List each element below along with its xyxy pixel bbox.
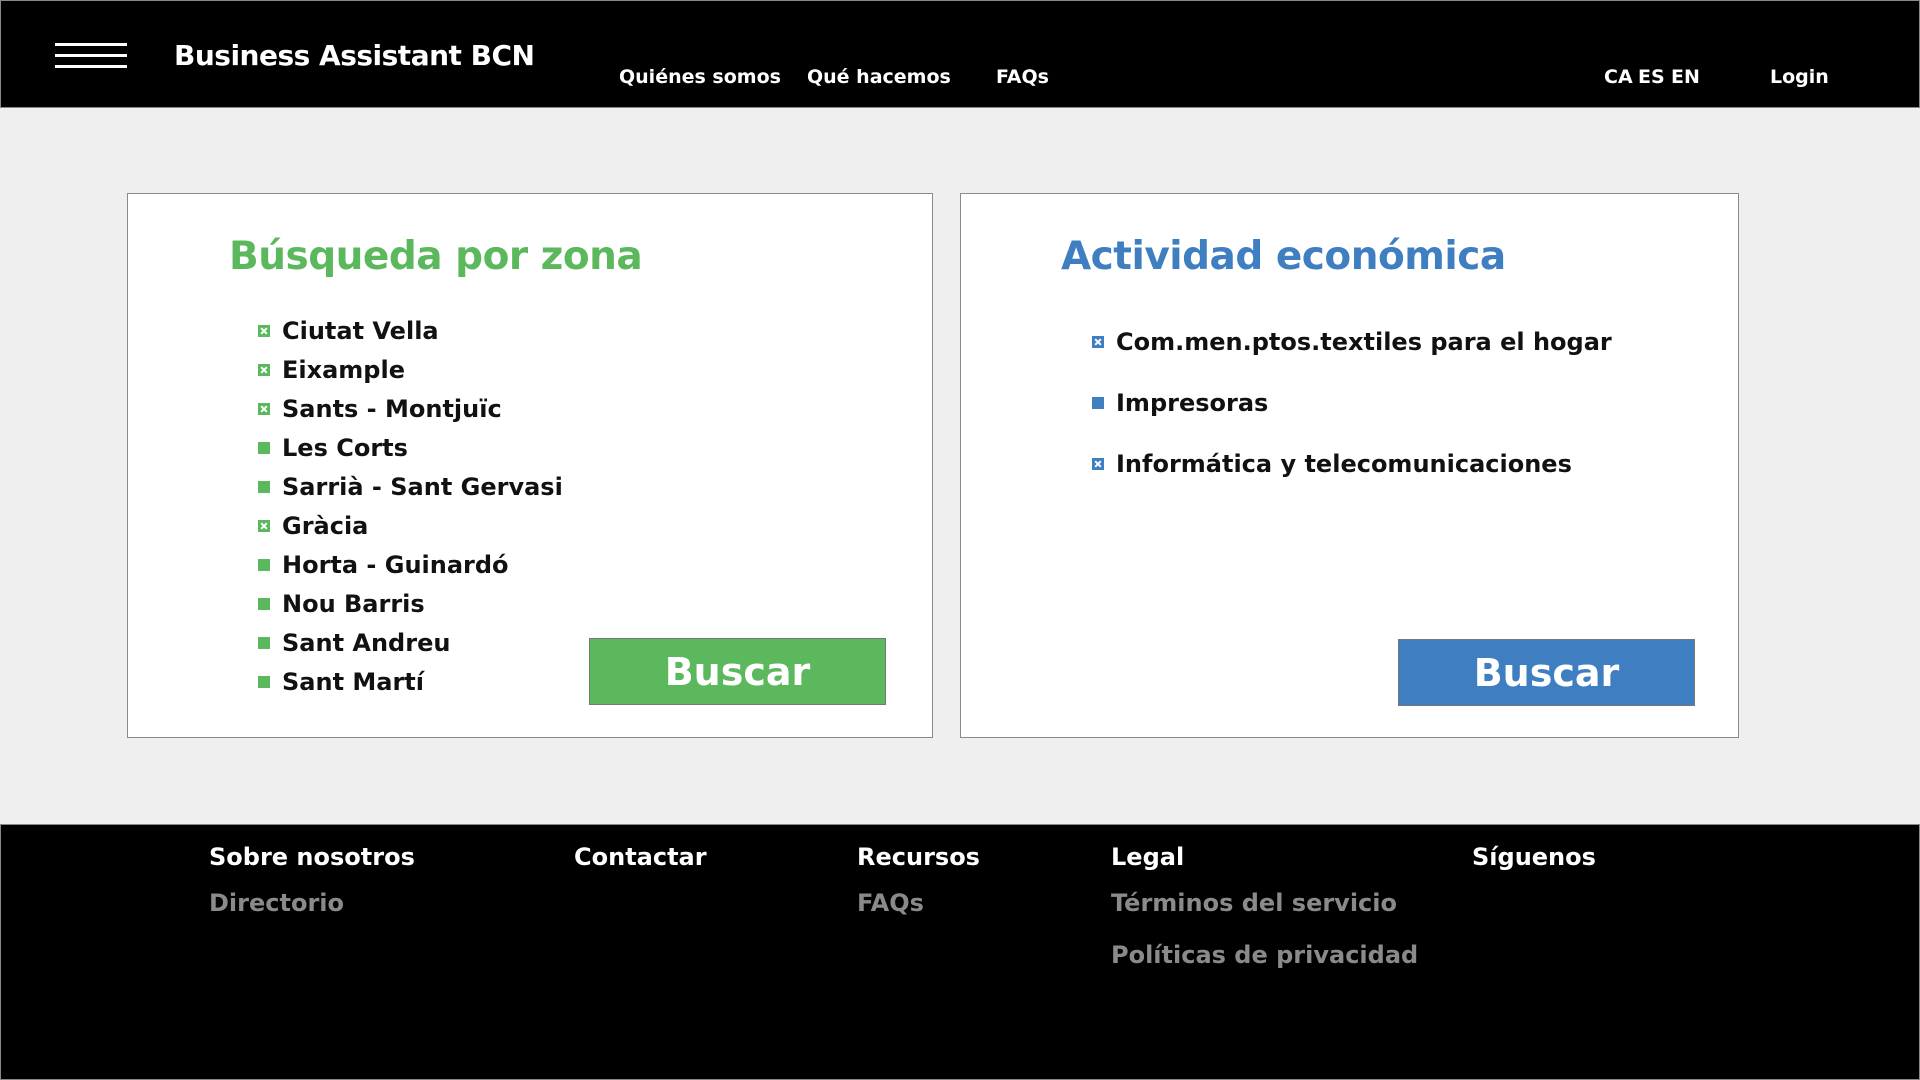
zone-item[interactable]: Gràcia	[258, 506, 563, 545]
zone-item[interactable]: Ciutat Vella	[258, 311, 563, 350]
footer-heading-recursos: Recursos	[857, 843, 980, 871]
footer-link-faqs[interactable]: FAQs	[857, 889, 924, 917]
activity-item-label: Informática y telecomunicaciones	[1116, 449, 1572, 478]
activity-checkbox-list: Com.men.ptos.textiles para el hogar Impre…	[1092, 311, 1612, 494]
hamburger-menu-icon[interactable]	[55, 43, 127, 69]
language-es[interactable]: ES	[1638, 66, 1665, 88]
zone-item[interactable]: Horta - Guinardó	[258, 545, 563, 584]
zone-item[interactable]: Nou Barris	[258, 584, 563, 623]
checked-checkbox-icon[interactable]	[1092, 335, 1104, 348]
zone-item-label: Sant Andreu	[282, 628, 451, 657]
unchecked-checkbox-icon[interactable]	[258, 597, 270, 610]
unchecked-checkbox-icon[interactable]	[258, 558, 270, 571]
economic-activity-card: Actividad económica Com.men.ptos.textile…	[960, 193, 1739, 738]
zone-item-label: Gràcia	[282, 511, 369, 540]
unchecked-checkbox-icon[interactable]	[258, 480, 270, 493]
activity-item[interactable]: Impresoras	[1092, 372, 1612, 433]
footer-link-privacidad[interactable]: Políticas de privacidad	[1111, 941, 1418, 969]
unchecked-checkbox-icon[interactable]	[258, 636, 270, 649]
top-navbar: Business Assistant BCN Quiénes somos Qué…	[0, 0, 1920, 108]
zone-search-button[interactable]: Buscar	[589, 638, 886, 705]
brand-title[interactable]: Business Assistant BCN	[174, 39, 535, 72]
footer-link-directorio[interactable]: Directorio	[209, 889, 344, 917]
zone-item[interactable]: Sant Martí	[258, 662, 563, 701]
economic-activity-title: Actividad económica	[1061, 234, 1506, 279]
language-ca[interactable]: CA	[1604, 66, 1633, 88]
zone-item[interactable]: Sant Andreu	[258, 623, 563, 662]
zone-search-title: Búsqueda por zona	[229, 234, 643, 279]
checked-checkbox-icon[interactable]	[258, 324, 270, 337]
checked-checkbox-icon[interactable]	[258, 519, 270, 532]
footer-heading-legal: Legal	[1111, 843, 1185, 871]
zone-item-label: Horta - Guinardó	[282, 550, 509, 579]
language-en[interactable]: EN	[1671, 66, 1700, 88]
nav-link-faqs[interactable]: FAQs	[996, 66, 1049, 88]
zone-search-card: Búsqueda por zona Ciutat Vella Eixample Sa…	[127, 193, 933, 738]
zone-item-label: Sant Martí	[282, 667, 425, 696]
footer-heading-sobre-nosotros: Sobre nosotros	[209, 843, 415, 871]
checked-checkbox-icon[interactable]	[258, 363, 270, 376]
nav-link-que-hacemos[interactable]: Qué hacemos	[807, 66, 951, 88]
zone-item[interactable]: Sants - Montjuïc	[258, 389, 563, 428]
zone-checkbox-list: Ciutat Vella Eixample Sants - Montjuïc Les …	[258, 311, 563, 701]
activity-item[interactable]: Informática y telecomunicaciones	[1092, 433, 1612, 494]
zone-item[interactable]: Sarrià - Sant Gervasi	[258, 467, 563, 506]
zone-item-label: Sants - Montjuïc	[282, 394, 502, 423]
zone-item-label: Eixample	[282, 355, 405, 384]
zone-item[interactable]: Eixample	[258, 350, 563, 389]
activity-item[interactable]: Com.men.ptos.textiles para el hogar	[1092, 311, 1612, 372]
activity-search-button[interactable]: Buscar	[1398, 639, 1695, 706]
activity-item-label: Com.men.ptos.textiles para el hogar	[1116, 327, 1612, 356]
checked-checkbox-icon[interactable]	[258, 402, 270, 415]
zone-item-label: Nou Barris	[282, 589, 425, 618]
zone-item-label: Les Corts	[282, 433, 408, 462]
footer-link-terminos[interactable]: Términos del servicio	[1111, 889, 1397, 917]
zone-item-label: Ciutat Vella	[282, 316, 439, 345]
footer-heading-contactar[interactable]: Contactar	[574, 843, 707, 871]
unchecked-checkbox-icon[interactable]	[1092, 396, 1104, 409]
footer: Sobre nosotros Directorio Contactar Recu…	[0, 824, 1920, 1080]
login-link[interactable]: Login	[1770, 66, 1829, 88]
zone-item[interactable]: Les Corts	[258, 428, 563, 467]
activity-item-label: Impresoras	[1116, 388, 1269, 417]
footer-heading-siguenos: Síguenos	[1472, 843, 1596, 871]
unchecked-checkbox-icon[interactable]	[258, 675, 270, 688]
nav-link-quienes-somos[interactable]: Quiénes somos	[619, 66, 781, 88]
checked-checkbox-icon[interactable]	[1092, 457, 1104, 470]
zone-item-label: Sarrià - Sant Gervasi	[282, 472, 563, 501]
unchecked-checkbox-icon[interactable]	[258, 441, 270, 454]
